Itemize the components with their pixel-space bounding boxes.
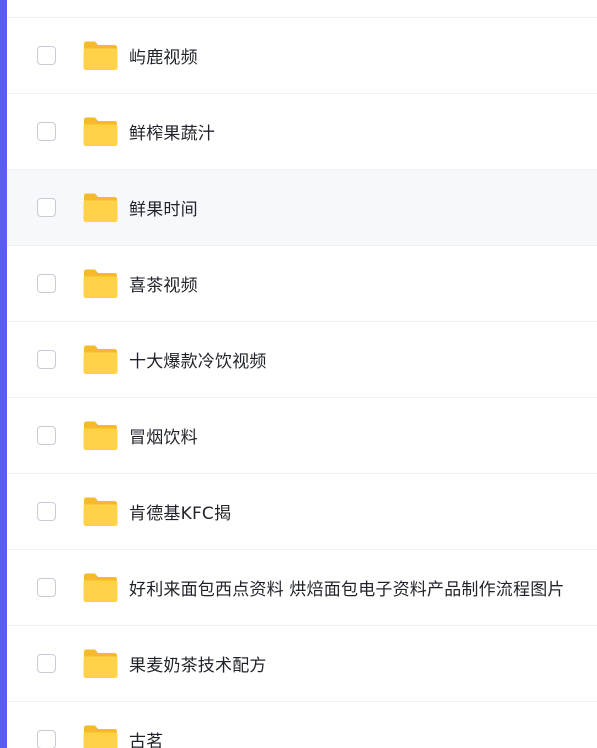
folder-name: 鲜榨果蔬汁 [129,124,215,144]
checkbox-icon[interactable] [37,578,56,597]
folder-icon [82,40,119,71]
folder-name: 喜茶视频 [129,276,198,296]
folder-icon [82,344,119,375]
folder-icon [82,420,119,451]
file-list-page: 屿鹿视频 鲜榨果蔬汁 鲜果时间 喜茶视频 十大爆款冷饮视频 冒烟饮料 肯德基KF… [0,0,597,748]
folder-row-3[interactable]: 鲜果时间 [7,170,597,246]
folder-list: 屿鹿视频 鲜榨果蔬汁 鲜果时间 喜茶视频 十大爆款冷饮视频 冒烟饮料 肯德基KF… [7,0,597,748]
sidebar-accent-bar [0,0,7,748]
folder-name: 肯德基KFC揭 [129,504,232,524]
folder-icon [82,724,119,748]
folder-name: 十大爆款冷饮视频 [129,352,267,372]
folder-name: 古茗 [129,732,164,748]
folder-icon [82,192,119,223]
folder-row-2[interactable]: 鲜榨果蔬汁 [7,94,597,170]
folder-row-0[interactable] [7,0,597,18]
folder-row-9[interactable]: 果麦奶茶技术配方 [7,626,597,702]
folder-icon [82,572,119,603]
folder-row-10[interactable]: 古茗 [7,702,597,748]
checkbox-icon[interactable] [37,198,56,217]
checkbox-icon[interactable] [37,122,56,141]
checkbox-icon[interactable] [37,730,56,748]
checkbox-icon[interactable] [37,274,56,293]
checkbox-icon[interactable] [37,350,56,369]
checkbox-icon[interactable] [37,502,56,521]
folder-name: 果麦奶茶技术配方 [129,656,267,676]
folder-icon [82,496,119,527]
folder-row-6[interactable]: 冒烟饮料 [7,398,597,474]
folder-name: 屿鹿视频 [129,48,198,68]
folder-row-1[interactable]: 屿鹿视频 [7,18,597,94]
folder-row-7[interactable]: 肯德基KFC揭 [7,474,597,550]
folder-name: 鲜果时间 [129,200,198,220]
checkbox-icon[interactable] [37,46,56,65]
folder-row-4[interactable]: 喜茶视频 [7,246,597,322]
folder-icon [82,268,119,299]
checkbox-icon[interactable] [37,426,56,445]
folder-row-8[interactable]: 好利来面包西点资料 烘焙面包电子资料产品制作流程图片 [7,550,597,626]
checkbox-icon[interactable] [37,654,56,673]
folder-icon [82,116,119,147]
folder-name: 冒烟饮料 [129,428,198,448]
folder-row-5[interactable]: 十大爆款冷饮视频 [7,322,597,398]
folder-icon [82,648,119,679]
folder-name: 好利来面包西点资料 烘焙面包电子资料产品制作流程图片 [129,580,565,600]
